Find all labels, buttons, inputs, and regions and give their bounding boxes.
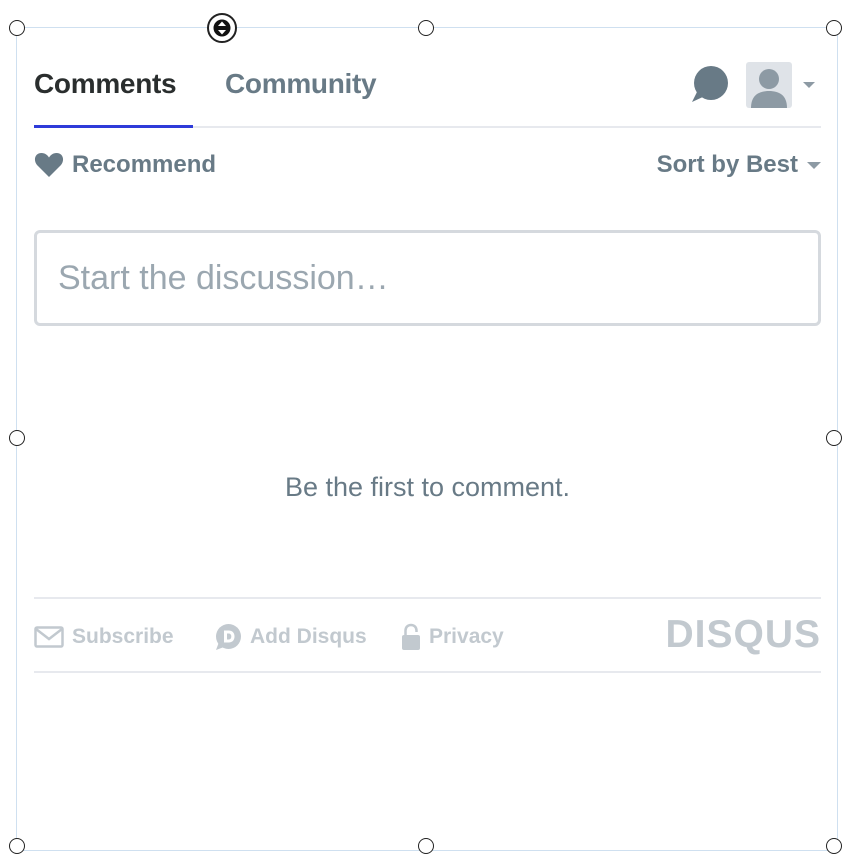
tab-community[interactable]: Community xyxy=(225,68,377,100)
sort-label: Sort by Best xyxy=(656,151,798,178)
privacy-link[interactable]: Privacy xyxy=(401,622,504,652)
resize-handle-left[interactable] xyxy=(9,430,25,446)
resize-handle-right[interactable] xyxy=(826,430,842,446)
disqus-d-icon xyxy=(216,624,241,650)
chevron-down-icon xyxy=(807,161,821,169)
user-menu[interactable] xyxy=(746,62,821,108)
envelope-icon xyxy=(34,626,64,648)
chevron-down-icon xyxy=(803,82,815,88)
subscribe-link[interactable]: Subscribe xyxy=(34,622,174,652)
privacy-label: Privacy xyxy=(429,625,504,648)
avatar xyxy=(746,62,792,108)
subscribe-label: Subscribe xyxy=(72,625,174,648)
disqus-logo[interactable]: DISQUS xyxy=(665,613,821,657)
move-handle[interactable] xyxy=(207,13,237,43)
resize-handle-top-right[interactable] xyxy=(826,20,842,36)
resize-handle-top-left[interactable] xyxy=(9,20,25,36)
vertical-move-icon xyxy=(213,19,231,37)
add-disqus-label: Add Disqus xyxy=(250,625,367,648)
resize-handle-bottom-left[interactable] xyxy=(9,838,25,854)
user-silhouette-icon xyxy=(751,69,787,108)
tab-comments[interactable]: Comments xyxy=(34,68,177,100)
widget-footer: Subscribe Add Disqus Privacy DISQUS xyxy=(34,597,821,673)
recommend-label: Recommend xyxy=(72,151,217,178)
nav-bar: Comments Community xyxy=(34,52,821,128)
notification-bubble-icon[interactable] xyxy=(689,64,729,104)
lock-icon xyxy=(402,623,420,650)
heart-icon xyxy=(34,153,64,177)
add-disqus-link[interactable]: Add Disqus xyxy=(214,622,367,652)
comment-input[interactable] xyxy=(34,230,821,326)
disqus-widget: Comments Community Recommend Sort by Bes… xyxy=(34,52,821,673)
recommend-button[interactable]: Recommend xyxy=(34,150,216,180)
thread-toolbar: Recommend Sort by Best xyxy=(34,128,821,208)
empty-state-message: Be the first to comment. xyxy=(284,472,571,502)
resize-handle-top[interactable] xyxy=(418,20,434,36)
resize-handle-bottom-right[interactable] xyxy=(826,838,842,854)
resize-handle-bottom[interactable] xyxy=(418,838,434,854)
sort-dropdown[interactable]: Sort by Best xyxy=(657,150,821,180)
